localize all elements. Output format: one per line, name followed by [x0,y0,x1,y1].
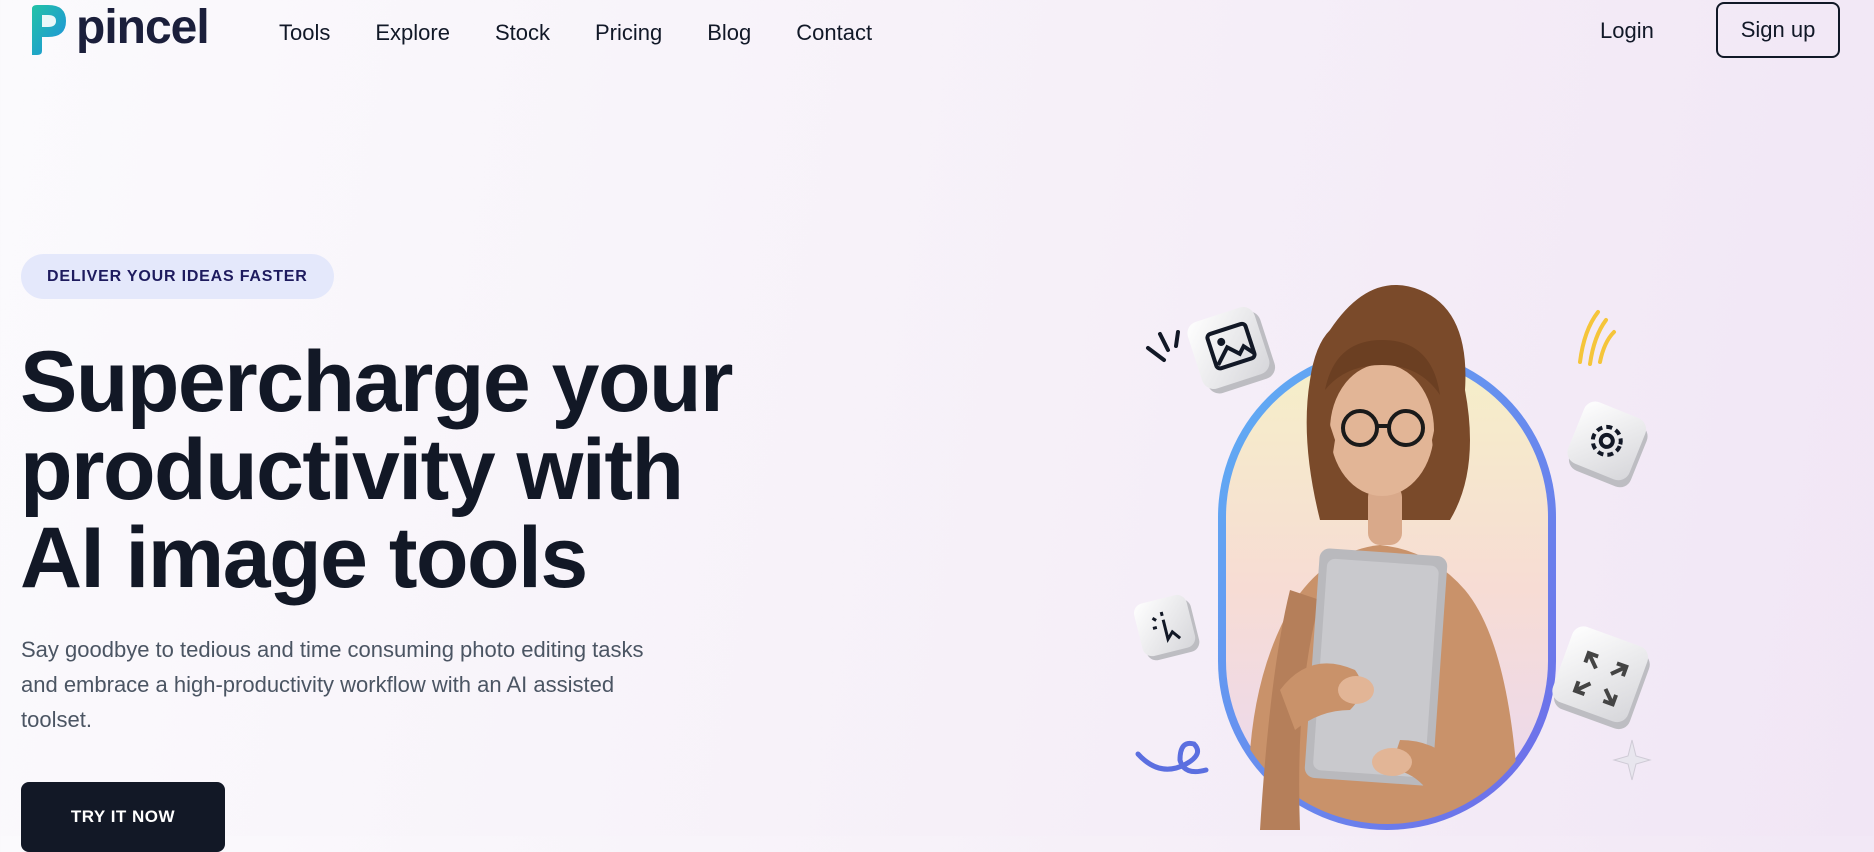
nav-link-pricing[interactable]: Pricing [595,18,662,48]
accent-strokes-icon [1146,330,1180,362]
nav-link-blog[interactable]: Blog [707,18,751,48]
site-header: pincel Tools Explore Stock Pricing Blog … [0,0,1874,66]
hero-subtitle-line: toolset. [21,707,92,732]
hero-subtitle-line: Say goodbye to tedious and time consumin… [21,637,644,662]
pincel-logo-icon [32,5,66,55]
hero-subtitle-line: and embrace a high-productivity workflow… [21,672,615,697]
image-icon [1187,307,1276,394]
login-link[interactable]: Login [1600,16,1654,46]
main-nav: Tools Explore Stock Pricing Blog Contact [279,18,917,48]
hero-subtitle: Say goodbye to tedious and time consumin… [21,632,721,737]
hero-title-line: AI image tools [20,510,588,606]
hero-title-line: Supercharge your [20,334,734,430]
signup-button[interactable]: Sign up [1716,2,1840,58]
hero-title-line: productivity with [20,422,684,518]
yellow-strokes-icon [1578,310,1616,366]
brand-name: pincel [76,1,210,54]
nav-link-explore[interactable]: Explore [375,18,450,48]
hero-title: Supercharge your productivity with AI im… [20,338,820,602]
sparkle-star-icon [1612,739,1652,781]
try-it-now-button[interactable]: TRY IT NOW [21,782,225,852]
nav-link-tools[interactable]: Tools [279,18,330,48]
hero-illustration [1134,285,1652,830]
logo[interactable]: pincel [28,1,210,57]
expand-icon [1552,626,1650,730]
squiggle-icon [1135,740,1209,775]
hero-badge: DELIVER YOUR IDEAS FASTER [21,254,334,299]
gear-icon [1567,401,1648,488]
sparkle-cursor-icon [1134,594,1200,661]
nav-link-stock[interactable]: Stock [495,18,550,48]
nav-link-contact[interactable]: Contact [796,18,872,48]
